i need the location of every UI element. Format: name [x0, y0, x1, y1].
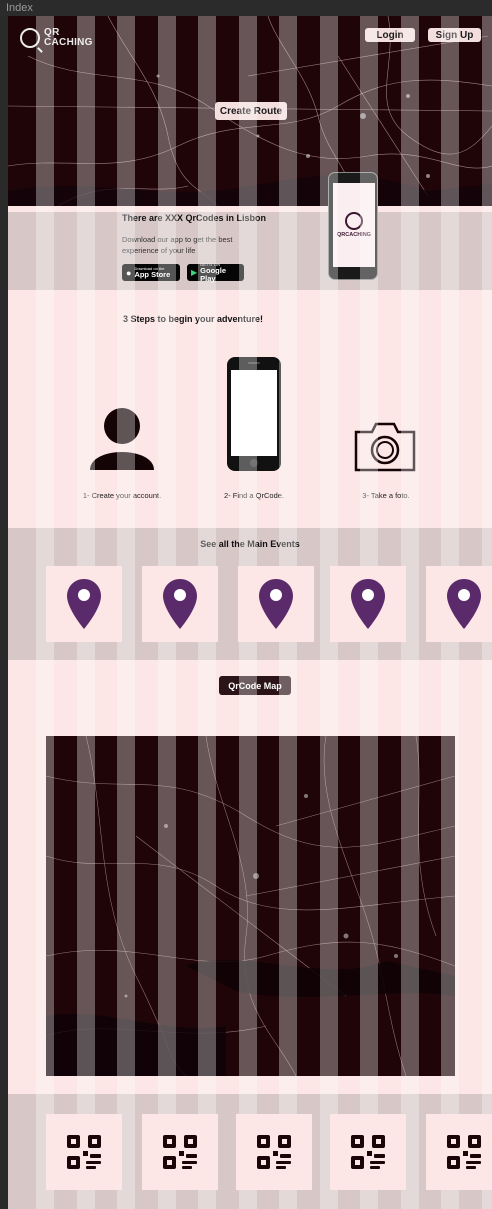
phone-brand-text: QRCACHING [337, 232, 371, 238]
qrcode-map-button[interactable]: QrCode Map [219, 676, 291, 695]
map-roads [46, 736, 455, 1076]
qr-magnifier-icon [20, 28, 40, 48]
phone-screen: QRCACHING [333, 183, 375, 267]
qr-code-icon [257, 1135, 291, 1169]
logo-text-bottom: CACHING [44, 37, 93, 48]
canvas-tab-title: Index [6, 2, 33, 14]
qr-code-icon [351, 1135, 385, 1169]
qr-card[interactable] [46, 1114, 122, 1190]
play-store-icon: ▶ [191, 268, 198, 277]
qr-card[interactable] [142, 1114, 218, 1190]
location-pin-icon [67, 579, 101, 629]
location-pin-icon [259, 579, 293, 629]
camera-icon [354, 422, 416, 472]
event-card[interactable] [238, 566, 314, 642]
event-card[interactable] [46, 566, 122, 642]
promo-subtitle: Download our app to get the best experie… [122, 235, 233, 255]
qr-card[interactable] [236, 1114, 312, 1190]
step-3-label: 3- Take a foto. [362, 491, 410, 500]
event-card[interactable] [142, 566, 218, 642]
qr-code-icon [67, 1135, 101, 1169]
event-card[interactable] [426, 566, 492, 642]
create-route-button[interactable]: Create Route [215, 102, 287, 120]
events-title: See all the Main Events [200, 539, 300, 549]
qr-card[interactable] [330, 1114, 406, 1190]
app-store-badge[interactable]: ● Download on the App Store [122, 264, 180, 281]
promo-title: There are XXX QrCodes in Lisbon [122, 213, 267, 223]
qr-caching-logo-icon [345, 212, 363, 230]
brand-logo[interactable]: QR CACHING [20, 28, 93, 48]
page-frame: QR CACHING Login Sign Up Create Route Th… [8, 16, 492, 1209]
location-pin-icon [447, 579, 481, 629]
step-2-label: 2- Find a QrCode. [223, 491, 285, 500]
event-card[interactable] [330, 566, 406, 642]
login-button[interactable]: Login [365, 28, 415, 42]
user-icon [90, 408, 154, 470]
qr-code-icon [447, 1135, 481, 1169]
app-phone-mockup: QRCACHING [328, 172, 378, 280]
hero-map: QR CACHING Login Sign Up Create Route [8, 16, 492, 206]
phone-icon [227, 357, 281, 471]
qr-code-icon [163, 1135, 197, 1169]
location-pin-icon [351, 579, 385, 629]
location-pin-icon [163, 579, 197, 629]
google-play-badge[interactable]: ▶ GET IT ON Google Play [187, 262, 244, 283]
qrcode-map[interactable] [46, 736, 455, 1076]
steps-title: 3 Steps to begin your adventure! [122, 314, 264, 324]
qr-card[interactable] [426, 1114, 492, 1190]
canvas-tab[interactable]: Index [0, 0, 492, 16]
apple-icon: ● [126, 267, 132, 278]
step-1-label: 1- Create your account. [82, 491, 162, 500]
signup-button[interactable]: Sign Up [428, 28, 481, 42]
